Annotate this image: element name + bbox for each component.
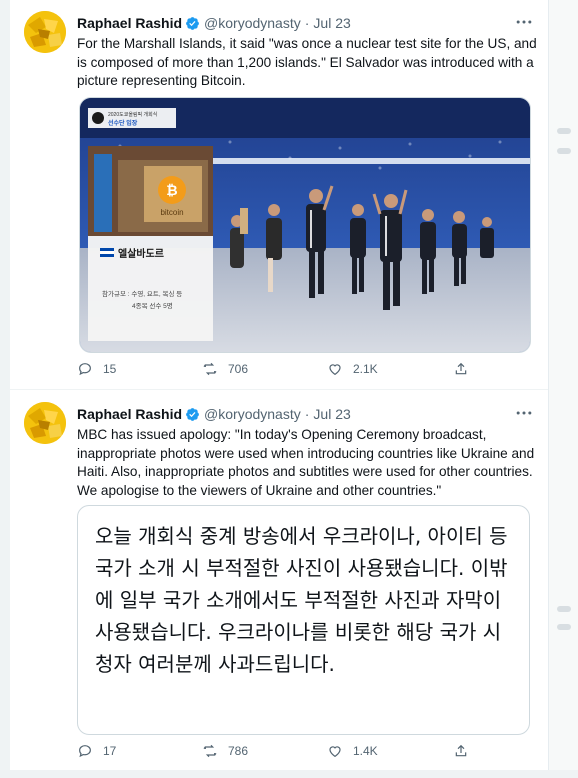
author-name[interactable]: Raphael Rashid	[77, 15, 182, 31]
broadcast-subcaption: 선수단 입장	[108, 119, 138, 127]
retweet-button[interactable]: 786	[202, 743, 248, 759]
reply-icon	[79, 363, 91, 376]
like-button[interactable]: 1.4K	[327, 743, 378, 759]
author-handle[interactable]: @koryodynasty	[204, 15, 301, 31]
share-icon	[455, 744, 467, 757]
verified-badge-icon	[186, 407, 199, 421]
tweet-text: MBC has issued apology: "In today's Open…	[77, 427, 535, 498]
tweet-actions: 15 706 2.1K	[77, 361, 548, 381]
verified-badge-icon	[186, 16, 199, 30]
author-name[interactable]: Raphael Rashid	[77, 406, 182, 422]
sidebar-edge	[548, 0, 578, 778]
reply-icon	[79, 745, 91, 758]
share-icon	[455, 362, 467, 375]
reply-count: 15	[103, 362, 117, 376]
like-icon	[329, 364, 341, 376]
more-icon[interactable]	[514, 12, 534, 32]
timeline-bottom-gutter	[0, 770, 578, 778]
like-button[interactable]: 2.1K	[327, 361, 378, 377]
reply-button[interactable]: 15	[77, 361, 116, 377]
like-icon	[329, 746, 341, 758]
tweet-date[interactable]: Jul 23	[313, 406, 350, 422]
olympics-broadcast-scene: 2020도쿄올림픽 개회식 선수단 입장 ₿ bitcoin 엘살바도르 참가규…	[80, 98, 530, 352]
tweet-actions: 17 786 1.4K	[77, 743, 548, 763]
timeline-left-gutter	[0, 0, 10, 778]
tweet[interactable]: Raphael Rashid @koryodynasty · Jul 23 MB…	[10, 391, 548, 770]
author-handle[interactable]: @koryodynasty	[204, 406, 301, 422]
tweet-media-image[interactable]: 2020도쿄올림픽 개회식 선수단 입장 ₿ bitcoin 엘살바도르 참가규…	[79, 97, 531, 353]
retweet-button[interactable]: 706	[202, 361, 248, 377]
bitcoin-inset-label: bitcoin	[160, 208, 183, 217]
reply-count: 17	[103, 744, 117, 758]
more-icon[interactable]	[514, 403, 534, 423]
broadcast-caption: 2020도쿄올림픽 개회식	[108, 111, 157, 118]
bitcoin-logo-glyph: ₿	[166, 182, 177, 198]
participation-info-1: 참가규모 : 수영, 요트, 복싱 등	[102, 289, 182, 298]
separator: ·	[304, 406, 310, 422]
participation-info-2: 4종목 선수 5명	[132, 301, 173, 310]
reply-button[interactable]: 17	[77, 743, 116, 759]
tweet[interactable]: Raphael Rashid @koryodynasty · Jul 23 Fo…	[10, 0, 548, 390]
share-button[interactable]	[453, 743, 469, 759]
apology-statement-image[interactable]: 오늘 개회식 중계 방송에서 우크라이나, 아이티 등 국가 소개 시 부적절한…	[77, 505, 530, 735]
tweet-text: For the Marshall Islands, it said "was o…	[77, 36, 537, 88]
retweet-count: 706	[228, 362, 249, 376]
retweet-count: 786	[228, 744, 249, 758]
like-count: 2.1K	[353, 362, 378, 376]
tweet-header: Raphael Rashid @koryodynasty · Jul 23	[77, 14, 536, 32]
country-name: 엘살바도르	[118, 247, 164, 260]
retweet-icon	[203, 362, 217, 376]
tweet-header: Raphael Rashid @koryodynasty · Jul 23	[77, 405, 536, 423]
share-button[interactable]	[453, 361, 469, 377]
retweet-icon	[203, 744, 217, 758]
separator: ·	[304, 15, 310, 31]
like-count: 1.4K	[353, 744, 378, 758]
avatar[interactable]	[24, 11, 66, 53]
avatar[interactable]	[24, 402, 66, 444]
tweet-date[interactable]: Jul 23	[313, 15, 350, 31]
